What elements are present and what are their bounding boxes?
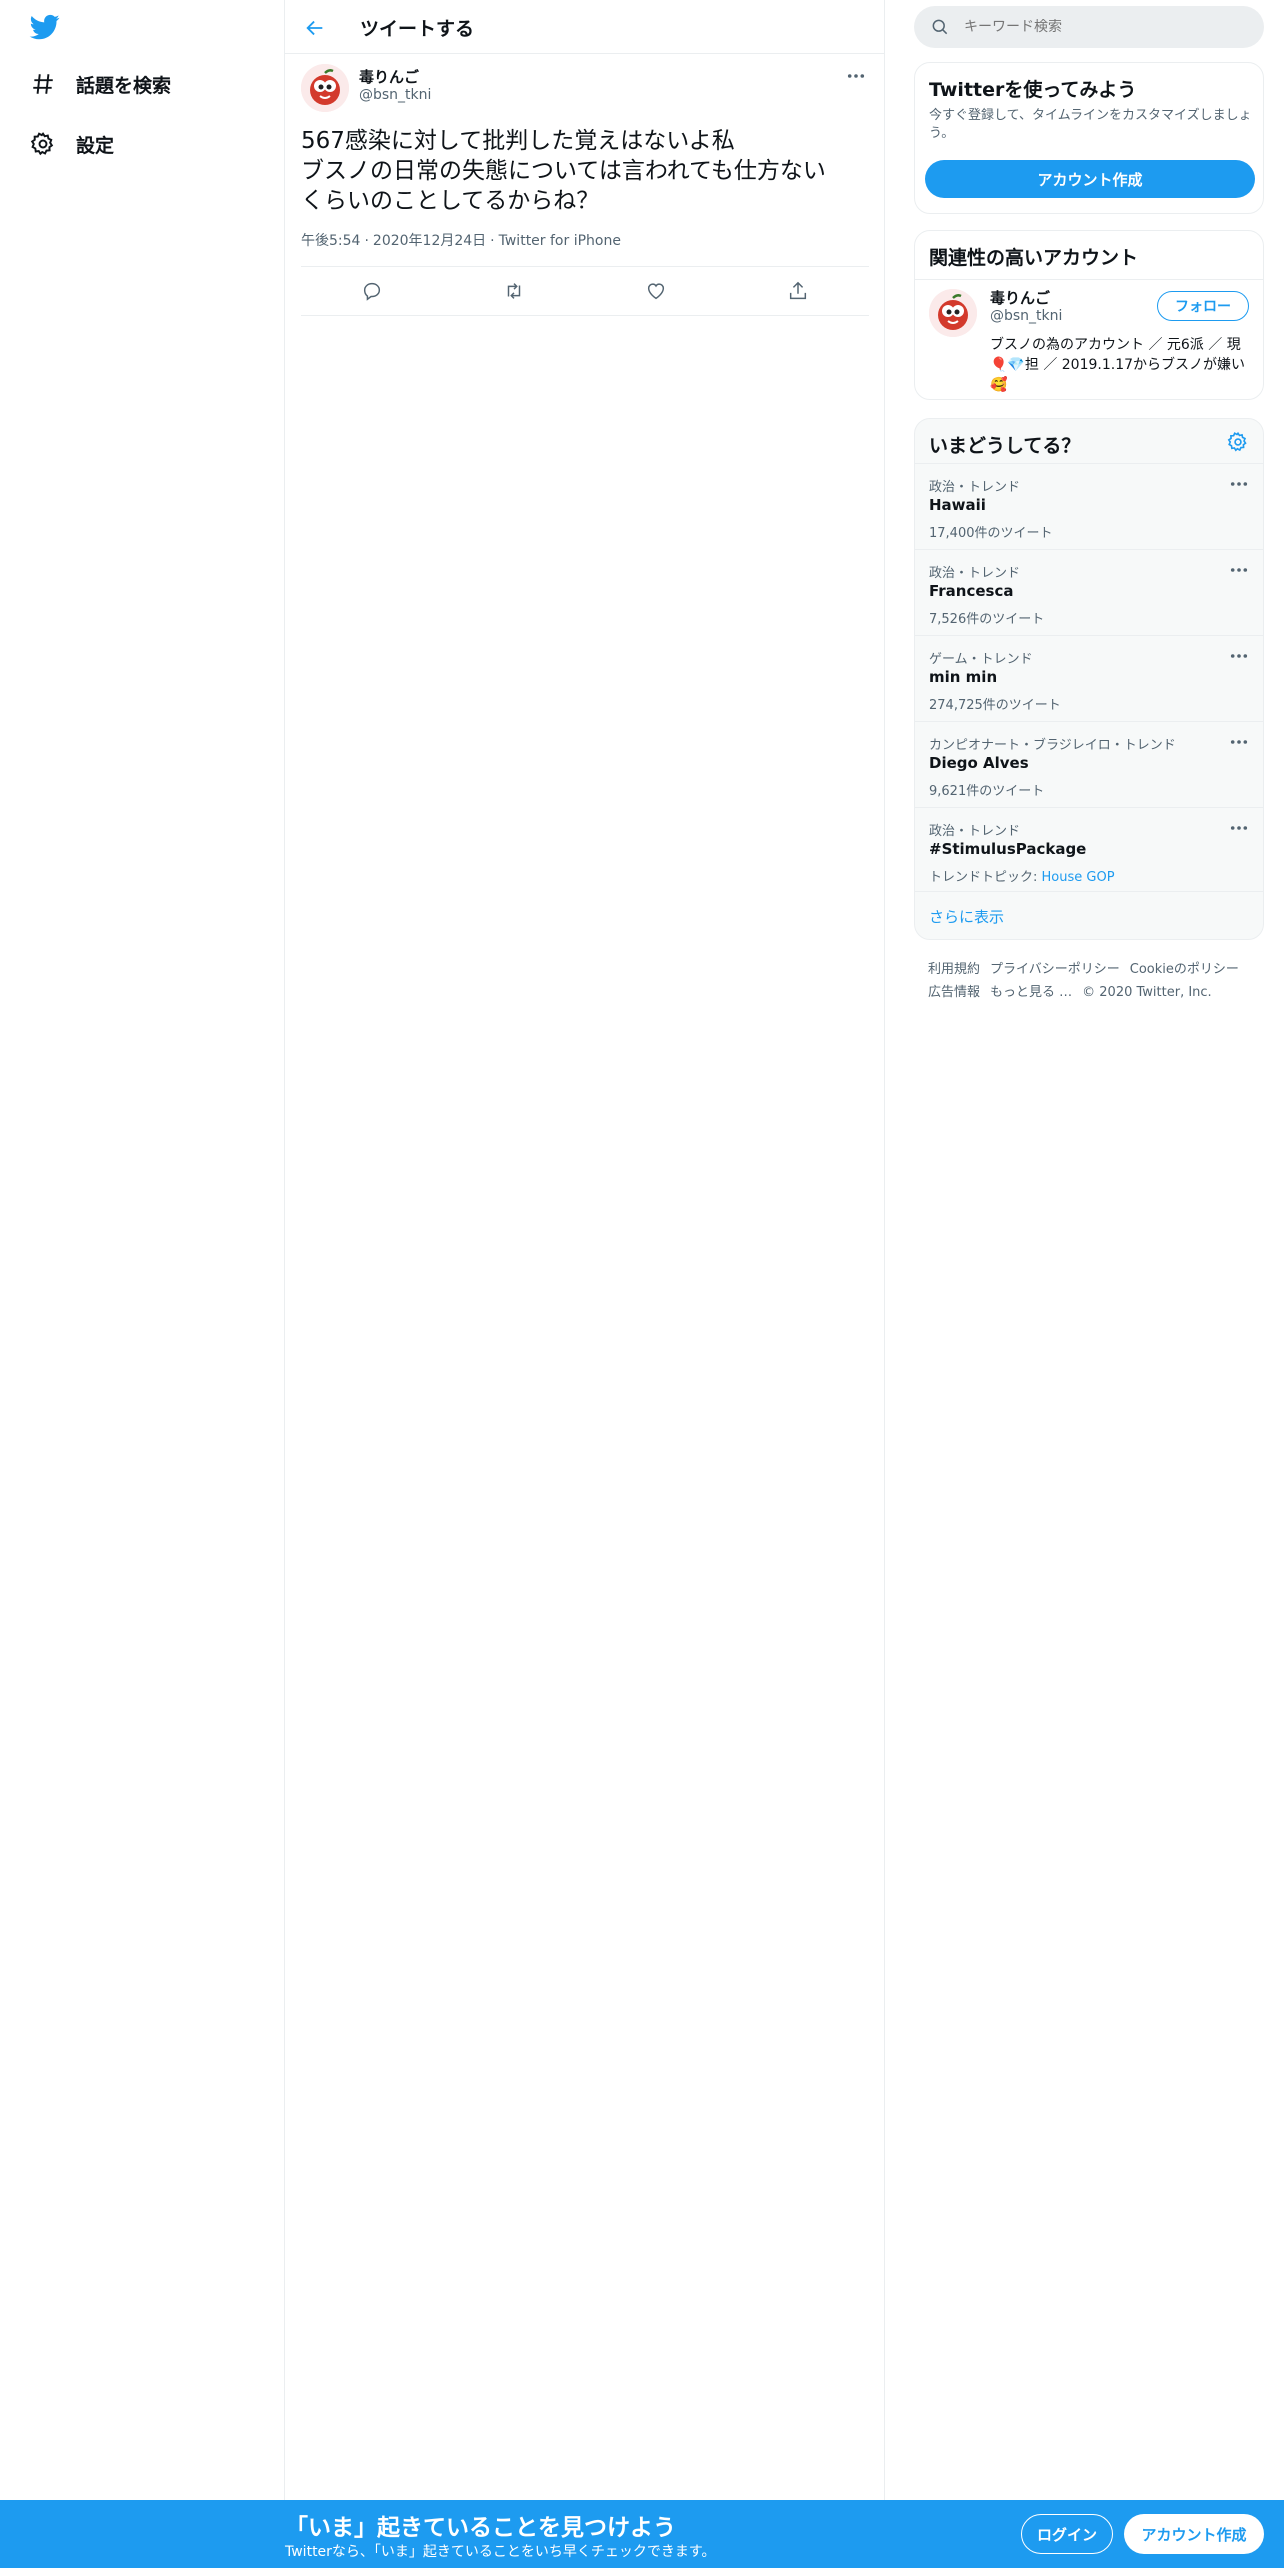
related-accounts-card: 関連性の高いアカウント 毒りんご @bsn_tkni フォロー ブスノの為のアカ…: [914, 230, 1264, 400]
trend-name: min min: [929, 668, 998, 686]
page-header: ツイートする: [285, 0, 884, 54]
trends-title: いまどうしてる？: [929, 435, 1081, 457]
more-options-icon[interactable]: [1227, 734, 1251, 750]
footer-link-more[interactable]: もっと見る …: [990, 985, 1072, 1000]
login-button[interactable]: ログイン: [1021, 2514, 1113, 2554]
share-icon[interactable]: [778, 271, 818, 311]
divider: [915, 279, 1263, 280]
left-navigation: 話題を検索 設定: [0, 0, 285, 2500]
gear-icon: [28, 129, 58, 159]
footer-link-ads[interactable]: 広告情報: [928, 985, 980, 1000]
create-account-button[interactable]: アカウント作成: [925, 160, 1255, 198]
nav-label-explore: 話題を検索: [76, 74, 172, 97]
more-options-icon[interactable]: [1227, 562, 1251, 578]
trend-item[interactable]: 政治・トレンド Francesca 7,526件のツイート: [915, 549, 1263, 635]
related-name[interactable]: 毒りんご: [990, 287, 1050, 308]
page-title: ツイートする: [360, 18, 475, 40]
show-more-link[interactable]: さらに表示: [929, 906, 1004, 927]
signup-card-description: 今すぐ登録して、タイムラインをカスタマイズしましょう。: [929, 108, 1252, 141]
nav-item-explore[interactable]: 話題を検索: [28, 64, 171, 104]
trend-item[interactable]: 政治・トレンド Hawaii 17,400件のツイート: [915, 463, 1263, 549]
show-more-row: さらに表示: [915, 891, 1263, 939]
trend-count: 17,400件のツイート: [929, 526, 1053, 541]
bottom-bar-title: 「いま」起きていることを見つけよう: [285, 2515, 676, 2541]
trends-settings-gear-icon[interactable]: [1227, 431, 1249, 453]
related-handle[interactable]: @bsn_tkni: [990, 308, 1062, 324]
tweet-time[interactable]: 午後5:54: [301, 233, 360, 249]
trend-topic-link[interactable]: House GOP: [1042, 870, 1115, 885]
signup-card-title: Twitterを使ってみよう: [929, 79, 1137, 101]
tweet-meta: 午後5:54 · 2020年12月24日 · Twitter for iPhone: [301, 233, 621, 249]
trends-card: いまどうしてる？ 政治・トレンド Hawaii 17,400件のツイート 政治・…: [914, 418, 1264, 940]
trend-category: 政治・トレンド: [929, 566, 1021, 581]
follow-button[interactable]: フォロー: [1157, 291, 1249, 321]
trend-category: カンピオナート・ブラジレイロ・トレンド: [929, 738, 1176, 753]
related-accounts-title: 関連性の高いアカウント: [929, 247, 1139, 269]
search-icon: [932, 19, 948, 35]
trend-name: #StimulusPackage: [929, 840, 1087, 858]
more-options-icon[interactable]: [1227, 820, 1251, 836]
trend-category: 政治・トレンド: [929, 480, 1021, 495]
more-options-icon[interactable]: [1227, 648, 1251, 664]
trend-category: ゲーム・トレンド: [929, 652, 1033, 667]
retweet-icon[interactable]: [494, 271, 534, 311]
trend-name: Hawaii: [929, 496, 986, 514]
trend-item[interactable]: 政治・トレンド #StimulusPackage トレンドトピック: House…: [915, 807, 1263, 893]
hashtag-icon: [28, 69, 58, 99]
tweet-actions: [301, 266, 869, 316]
footer-link-terms[interactable]: 利用規約: [928, 962, 980, 977]
footer-link-privacy[interactable]: プライバシーポリシー: [990, 962, 1120, 977]
trend-item[interactable]: カンピオナート・ブラジレイロ・トレンド Diego Alves 9,621件のツ…: [915, 721, 1263, 807]
reply-icon[interactable]: [352, 271, 392, 311]
footer-link-cookies[interactable]: Cookieのポリシー: [1130, 962, 1239, 977]
search-input[interactable]: [964, 19, 1244, 35]
tweet-text: 567感染に対して批判した覚えはないよ私 ブスノの日常の失態については言われても…: [301, 128, 826, 214]
like-icon[interactable]: [636, 271, 676, 311]
related-avatar[interactable]: [929, 289, 977, 337]
nav-item-settings[interactable]: 設定: [28, 124, 114, 164]
search-bar[interactable]: [914, 6, 1264, 48]
trend-count: 274,725件のツイート: [929, 698, 1061, 713]
footer-links: 利用規約 プライバシーポリシー Cookieのポリシー 広告情報 もっと見る … © 2…: [928, 958, 1258, 1004]
trend-category: 政治・トレンド: [929, 824, 1021, 839]
trend-name: Diego Alves: [929, 754, 1029, 772]
main-column: ツイートする 毒りんご @bsn_tkni 567感染に対して批判した覚えはない…: [285, 0, 885, 2500]
footer-copyright: © 2020 Twitter, Inc.: [1082, 985, 1212, 1000]
trend-count: 7,526件のツイート: [929, 612, 1045, 627]
signup-card: Twitterを使ってみよう 今すぐ登録して、タイムラインをカスタマイズしましょ…: [914, 62, 1264, 214]
back-arrow-icon[interactable]: [301, 14, 329, 42]
trend-count: 9,621件のツイート: [929, 784, 1045, 799]
signup-button[interactable]: アカウント作成: [1124, 2514, 1264, 2554]
more-options-icon[interactable]: [1227, 476, 1251, 492]
nav-label-settings: 設定: [76, 134, 115, 157]
trend-item[interactable]: ゲーム・トレンド min min 274,725件のツイート: [915, 635, 1263, 721]
tweet-author: 毒りんご @bsn_tkni: [285, 54, 884, 114]
trend-name: Francesca: [929, 582, 1014, 600]
tweet-date[interactable]: 2020年12月24日: [373, 233, 486, 249]
tweet-source[interactable]: Twitter for iPhone: [499, 233, 621, 249]
author-name[interactable]: 毒りんご: [359, 66, 419, 87]
bottom-bar-subtitle: Twitterなら、「いま」起きていることをいち早くチェックできます。: [285, 2544, 716, 2560]
bottom-signup-bar: 「いま」起きていることを見つけよう Twitterなら、「いま」起きていることを…: [0, 2500, 1284, 2568]
trend-topic: トレンドトピック: House GOP: [929, 866, 1115, 885]
trend-topic-label: トレンドトピック:: [929, 870, 1042, 885]
more-options-icon[interactable]: [844, 66, 868, 86]
related-bio: ブスノの為のアカウント ／ 元6派 ／ 現🎈💎担 ／ 2019.1.17からブス…: [990, 337, 1246, 393]
twitter-logo-icon[interactable]: [28, 12, 62, 42]
avatar[interactable]: [301, 64, 349, 112]
author-handle[interactable]: @bsn_tkni: [359, 87, 431, 103]
